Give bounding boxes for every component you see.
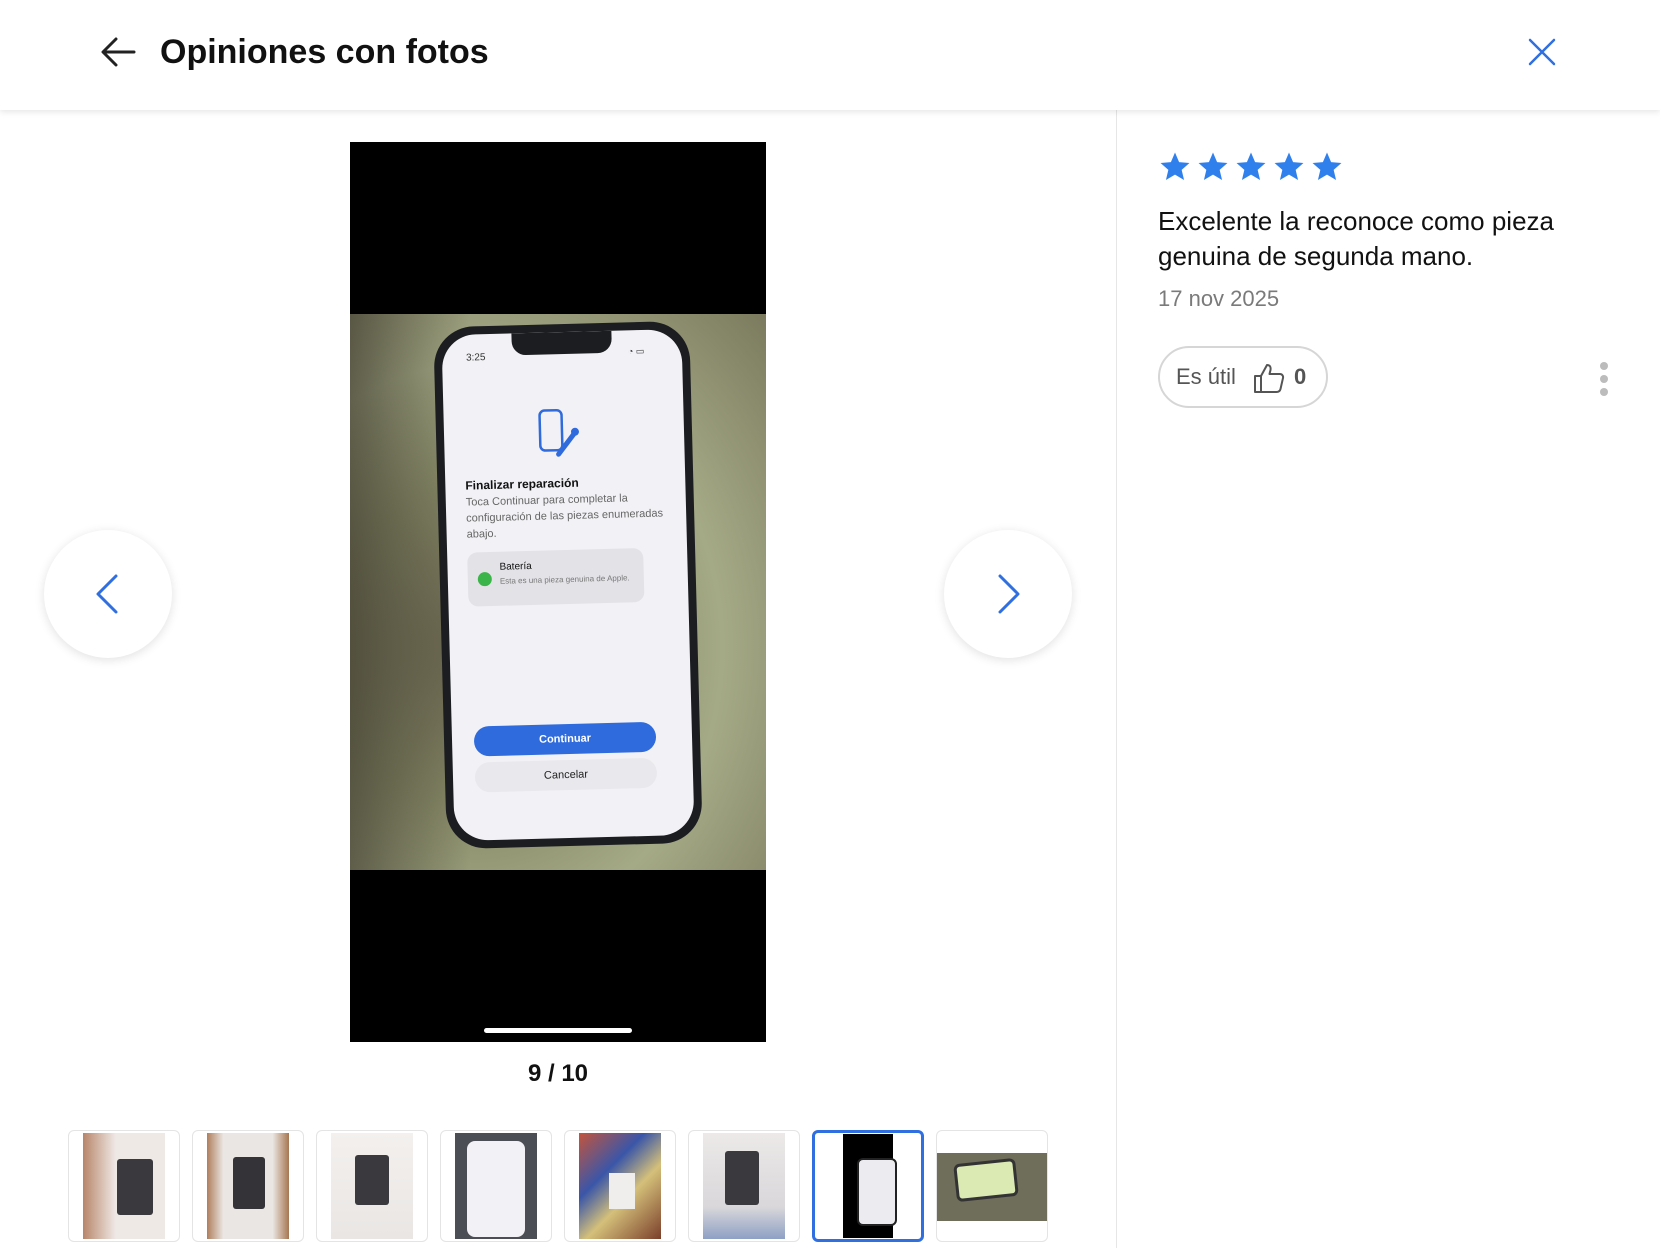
thumbnail-image [207, 1133, 289, 1239]
thumbnail[interactable] [564, 1130, 676, 1242]
previous-photo-button[interactable] [44, 530, 172, 658]
phone-continue-button: Continuar [473, 721, 657, 757]
photo-gallery: 3:25 ◔ ▭ Finalizar reparación Toca Conti… [0, 110, 1116, 1248]
check-badge-icon [477, 571, 492, 587]
back-button[interactable] [96, 30, 140, 74]
thumbs-up-icon [1254, 364, 1285, 393]
close-icon [1528, 38, 1556, 66]
phone-repair-icon [538, 408, 579, 457]
chevron-right-icon [998, 574, 1020, 614]
thumbnail-image [579, 1133, 661, 1239]
thumbnail[interactable] [316, 1130, 428, 1242]
more-vertical-icon [1600, 362, 1608, 370]
phone-battery-card: Batería Esta es una pieza genuina de App… [467, 548, 645, 607]
phone-time: 3:25 [465, 352, 486, 364]
thumbnail[interactable] [192, 1130, 304, 1242]
phone-card-description: Esta es una pieza genuina de Apple. [499, 573, 630, 586]
helpful-label: Es útil [1176, 364, 1236, 389]
next-photo-button[interactable] [944, 530, 1072, 658]
helpful-count: 0 [1294, 364, 1307, 389]
review-text: Excelente la reconoce como pieza genuina… [1158, 206, 1555, 271]
phone-in-photo: 3:25 ◔ ▭ Finalizar reparación Toca Conti… [433, 320, 703, 850]
star-icon [1274, 152, 1304, 181]
thumbnail-active[interactable] [812, 1130, 924, 1242]
star-icon [1160, 152, 1190, 181]
page-title: Opiniones con fotos [160, 33, 489, 71]
star-rating [1158, 150, 1628, 184]
phone-screen: 3:25 ◔ ▭ Finalizar reparación Toca Conti… [441, 328, 695, 842]
chevron-left-icon [96, 574, 118, 614]
star-icon [1236, 152, 1266, 181]
photo-counter: 9 / 10 [527, 1060, 589, 1087]
phone-card-title: Batería [499, 560, 532, 573]
modal-header: Opiniones con fotos [0, 0, 1660, 110]
phone-notch [511, 330, 612, 356]
panel-divider [1116, 110, 1117, 1248]
thumbnail-image [331, 1133, 413, 1239]
thumbnail-image [455, 1133, 537, 1239]
thumbnail-image [83, 1133, 165, 1239]
phone-screen-description: Toca Continuar para completar la configu… [465, 492, 664, 541]
phone-cancel-button: Cancelar [474, 757, 658, 793]
more-vertical-icon [1600, 388, 1608, 396]
thumbnail-image [703, 1133, 785, 1239]
arrow-left-icon [101, 37, 136, 67]
thumbnail[interactable] [440, 1130, 552, 1242]
review-date: 17 nov 2025 [1158, 286, 1280, 311]
star-icon [1312, 152, 1342, 181]
thumbnail[interactable] [68, 1130, 180, 1242]
thumbnail[interactable] [936, 1130, 1048, 1242]
close-button[interactable] [1524, 32, 1560, 72]
more-options-button[interactable] [1594, 360, 1614, 400]
helpful-button[interactable]: Es útil 0 [1158, 346, 1328, 408]
phone-status-icons: ◔ ▭ [627, 345, 645, 357]
thumbnail[interactable] [688, 1130, 800, 1242]
thumbnail-image [843, 1134, 897, 1238]
photo-home-indicator [484, 1028, 632, 1033]
photo-scene: 3:25 ◔ ▭ Finalizar reparación Toca Conti… [350, 314, 766, 870]
thumbnail-image [937, 1153, 1047, 1221]
star-icon [1198, 152, 1228, 181]
more-vertical-icon [1600, 375, 1608, 383]
review-panel: Excelente la reconoce como pieza genuina… [1158, 150, 1628, 408]
review-photo: 3:25 ◔ ▭ Finalizar reparación Toca Conti… [350, 142, 766, 1042]
phone-screen-title: Finalizar reparación [465, 475, 579, 493]
